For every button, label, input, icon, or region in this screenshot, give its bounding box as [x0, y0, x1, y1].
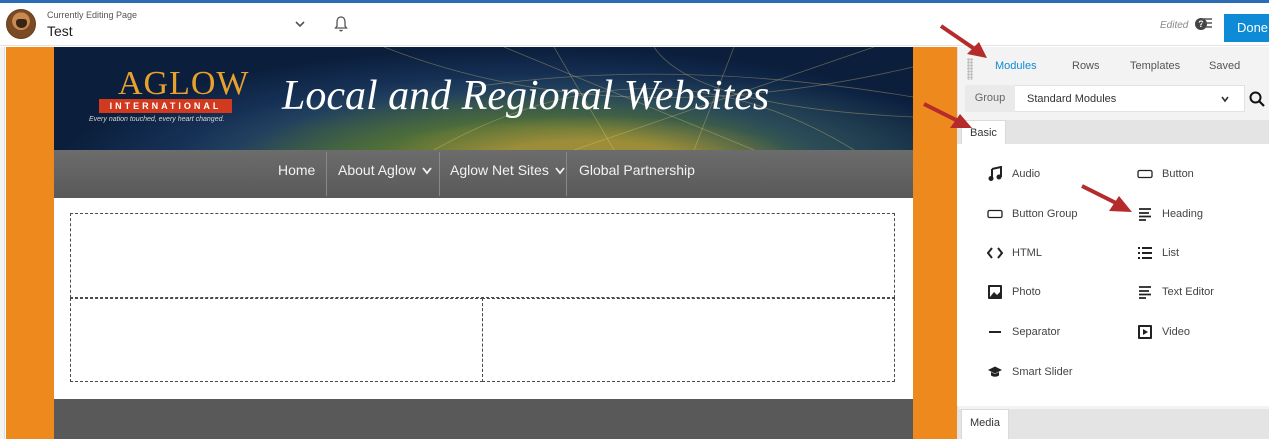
empty-row-drop-zone[interactable]: [70, 213, 895, 298]
page-margin-left: [6, 47, 54, 439]
edited-status: Edited: [1160, 20, 1189, 31]
logo-tagline: Every nation touched, every heart change…: [89, 116, 225, 123]
outline-panel-icon[interactable]: [1199, 16, 1215, 32]
nav-item-global-partnership[interactable]: Global Partnership: [579, 162, 695, 178]
logo-band: INTERNATIONAL: [99, 99, 232, 113]
chevron-down-icon[interactable]: [293, 17, 307, 31]
nav-divider: [439, 152, 440, 196]
canvas-left-edge: [0, 47, 5, 439]
site-footer: [54, 399, 913, 439]
beaver-builder-logo[interactable]: [6, 9, 36, 39]
button-outline-icon: [1137, 169, 1153, 179]
editing-label: Currently Editing Page: [47, 10, 138, 20]
nav-item-net-sites[interactable]: Aglow Net Sites: [450, 162, 565, 178]
nav-divider: [566, 152, 567, 196]
done-button[interactable]: Done: [1224, 14, 1269, 42]
group-select-value[interactable]: Standard Modules: [1027, 93, 1116, 105]
annotation-arrow-basic: [923, 102, 972, 128]
search-icon[interactable]: [1248, 90, 1266, 108]
button-outline-icon: [987, 209, 1003, 219]
text-lines-icon: [1139, 208, 1151, 221]
chevron-down-icon: [555, 167, 565, 175]
empty-column-left[interactable]: [70, 298, 483, 382]
video-icon: [1138, 325, 1152, 339]
bell-icon[interactable]: [332, 15, 350, 33]
nav-item-home[interactable]: Home: [278, 162, 315, 178]
annotation-arrow-modules: [939, 24, 987, 58]
photo-icon: [988, 285, 1002, 299]
chevron-down-icon: [422, 167, 432, 175]
tab-templates[interactable]: Templates: [1130, 60, 1180, 72]
builder-topbar: Currently Editing Page Test Edited ? Don…: [0, 3, 1269, 46]
graduation-cap-icon: [988, 366, 1002, 377]
tab-modules[interactable]: Modules: [995, 60, 1037, 72]
page-title[interactable]: Test: [47, 23, 73, 39]
section-tab-media[interactable]: Media: [961, 409, 1009, 439]
text-lines-icon: [1139, 286, 1151, 299]
nav-divider: [326, 152, 327, 196]
chevron-down-icon[interactable]: [1220, 94, 1230, 104]
banner-title: Local and Regional Websites: [282, 73, 770, 119]
minus-icon: [989, 331, 1001, 333]
annotation-arrow-heading: [1081, 184, 1132, 212]
nav-item-about[interactable]: About Aglow: [338, 162, 432, 178]
tab-saved[interactable]: Saved: [1209, 60, 1240, 72]
list-icon: [1138, 247, 1152, 259]
code-icon: [987, 247, 1003, 259]
empty-column-right[interactable]: [482, 298, 895, 382]
logo-wordmark[interactable]: AGLOW: [118, 65, 250, 103]
music-note-icon: [988, 166, 1002, 181]
tab-rows[interactable]: Rows: [1072, 60, 1100, 72]
